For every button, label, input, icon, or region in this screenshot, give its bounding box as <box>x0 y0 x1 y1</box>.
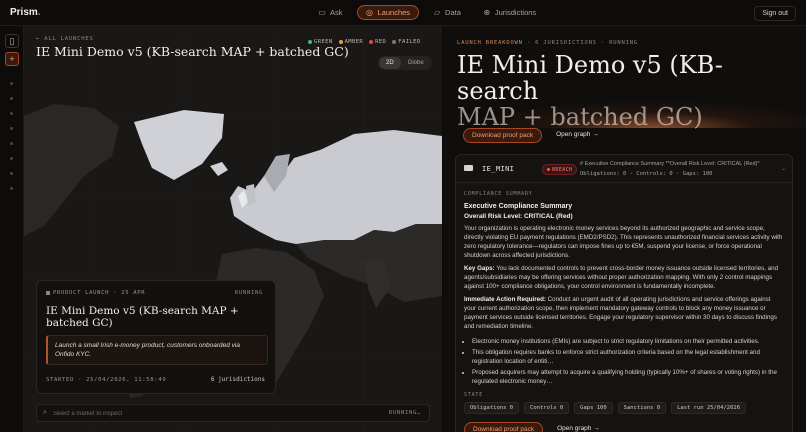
globe-icon: ⊕ <box>483 7 491 17</box>
chevron-down-icon[interactable]: ⌄ <box>781 165 786 172</box>
launch-card-title: IE Mini Demo v5 (KB-search MAP + batched… <box>46 305 239 329</box>
rail-item[interactable] <box>10 127 13 130</box>
legend-item-amber: AMBER <box>338 39 364 45</box>
rail-item[interactable] <box>10 97 13 100</box>
summary-paragraph: Your organization is operating electroni… <box>464 225 783 259</box>
new-launch-icon[interactable]: + <box>5 52 19 66</box>
market-search-input[interactable] <box>53 408 353 419</box>
state-chip: Sanctions 0 <box>617 402 667 414</box>
flag-icon <box>464 165 473 171</box>
jurisdiction-header[interactable]: IE_MINI BREACH # Executive Compliance Su… <box>456 155 792 183</box>
top-nav-bar: Prism. ▭ Ask ◎ Launches ▱ Data ⊕ Jurisdictio… <box>0 0 806 26</box>
search-icon: ⌕ <box>43 409 47 416</box>
nav-data[interactable]: ▱ Data <box>425 5 469 20</box>
rail-item[interactable] <box>10 142 13 145</box>
launch-title: IE Mini Demo v5 (KB-search MAP + batched… <box>36 44 349 59</box>
risk-level: Overall Risk Level: CRITICAL (Red) <box>464 213 573 220</box>
market-search: ⌕ RUNNING… <box>36 404 430 422</box>
jurisdiction-summary: # Executive Compliance Summary **Overall… <box>580 161 760 167</box>
state-chip: Obligations 0 <box>464 402 520 414</box>
list-item: Proposed acquirers may attempt to acquir… <box>472 368 784 386</box>
list-item: This obligation requires banks to enforc… <box>472 348 784 366</box>
action-paragraph: Immediate Action Required: Conduct an ur… <box>464 296 777 330</box>
breach-dot-icon <box>547 167 550 171</box>
status-legend: GREEN AMBER RED FAILED <box>308 39 421 45</box>
breakdown-panel: LAUNCH BREAKDOWN · 6 JURISDICTIONS · RUN… <box>443 26 806 432</box>
jurisdiction-code: IE_MINI <box>482 165 515 173</box>
state-chip: Gaps 100 <box>574 402 613 414</box>
search-status: RUNNING… <box>388 410 421 416</box>
nav-ask[interactable]: ▭ Ask <box>310 5 351 20</box>
launch-description: Launch a small Irish e-money product, cu… <box>46 335 268 365</box>
nav-jurisdictions[interactable]: ⊕ Jurisdictions <box>475 5 544 20</box>
jurisdiction-counts: Obligations: 0 · Controls: 0 · Gaps: 100 <box>580 171 713 177</box>
rail-item[interactable] <box>10 82 13 85</box>
rail-item[interactable] <box>10 112 13 115</box>
section-label: COMPLIANCE SUMMARY <box>464 191 533 197</box>
state-chip: Controls 0 <box>524 402 570 414</box>
open-graph-button[interactable]: Open graph → <box>550 128 605 143</box>
open-graph-button[interactable]: Open graph → <box>551 422 606 432</box>
list-item: Electronic money institutions (EMIs) are… <box>472 337 784 346</box>
summary-heading: Executive Compliance Summary <box>464 203 573 210</box>
launch-started: STARTED · 25/04/2026, 11:58:49 <box>46 377 167 383</box>
obligation-list: Electronic money institutions (EMIs) are… <box>464 337 784 386</box>
state-label: STATE <box>464 392 484 398</box>
view-globe-button[interactable]: Globe <box>401 57 431 69</box>
rail-item[interactable] <box>10 172 13 175</box>
legend-dot-icon <box>392 39 397 44</box>
view-toggle: 2D Globe <box>378 56 432 70</box>
legend-dot-icon <box>369 39 374 44</box>
download-proof-pack-button[interactable]: Download proof pack <box>464 422 544 432</box>
page-title: IE Mini Demo v5 (KB-search MAP + batched… <box>457 51 723 131</box>
breadcrumb: LAUNCH BREAKDOWN · 6 JURISDICTIONS · RUN… <box>457 40 638 46</box>
compliance-summary: COMPLIANCE SUMMARY Executive Compliance … <box>464 191 784 432</box>
legend-item-failed: FAILED <box>392 39 420 45</box>
launch-jurisdiction-count: 6 jurisdictions <box>210 376 265 383</box>
view-2d-button[interactable]: 2D <box>379 57 401 69</box>
jurisdiction-panel: IE_MINI BREACH # Executive Compliance Su… <box>455 154 793 432</box>
legend-item-red: RED <box>369 39 386 45</box>
rail-item[interactable] <box>10 187 13 190</box>
product-icon <box>46 290 50 295</box>
key-gaps-paragraph: Key Gaps: You lack documented controls t… <box>464 265 779 290</box>
status-badge: BREACH <box>542 164 578 175</box>
rail-item[interactable] <box>10 157 13 160</box>
bottom-actions: Download proof pack Open graph → <box>464 422 784 432</box>
breakdown-hero: LAUNCH BREAKDOWN · 6 JURISDICTIONS · RUN… <box>443 26 806 131</box>
brand-logo[interactable]: Prism. <box>10 7 41 18</box>
main-nav: ▭ Ask ◎ Launches ▱ Data ⊕ Jurisdictions <box>310 5 544 20</box>
sign-out-button[interactable]: Sign out <box>754 6 796 21</box>
rocket-icon: ◎ <box>366 7 373 17</box>
legend-dot-icon <box>338 39 343 44</box>
top-actions: Download proof pack Open graph → <box>463 128 605 143</box>
folder-icon: ▱ <box>433 7 441 17</box>
legend-item-green: GREEN <box>308 39 333 45</box>
state-chip: Last run 25/04/2026 <box>671 402 747 414</box>
back-to-launches-link[interactable]: ← ALL LAUNCHES <box>36 36 94 42</box>
nav-launches[interactable]: ◎ Launches <box>356 5 420 20</box>
sidebar-toggle-icon[interactable]: ▯ <box>5 34 19 48</box>
launch-card: PRODUCT LAUNCH · 25 APR RUNNING IE Mini … <box>36 280 276 394</box>
launch-status: RUNNING <box>234 290 263 296</box>
state-chips: Obligations 0 Controls 0 Gaps 100 Sancti… <box>464 402 784 414</box>
left-rail: ▯ + <box>0 26 24 432</box>
legend-dot-icon <box>308 39 312 44</box>
download-proof-pack-button[interactable]: Download proof pack <box>463 128 543 143</box>
launch-meta: PRODUCT LAUNCH · 25 APR <box>46 290 145 296</box>
chat-icon: ▭ <box>318 7 326 17</box>
map-panel: ← ALL LAUNCHES IE Mini Demo v5 (KB-searc… <box>24 26 442 432</box>
